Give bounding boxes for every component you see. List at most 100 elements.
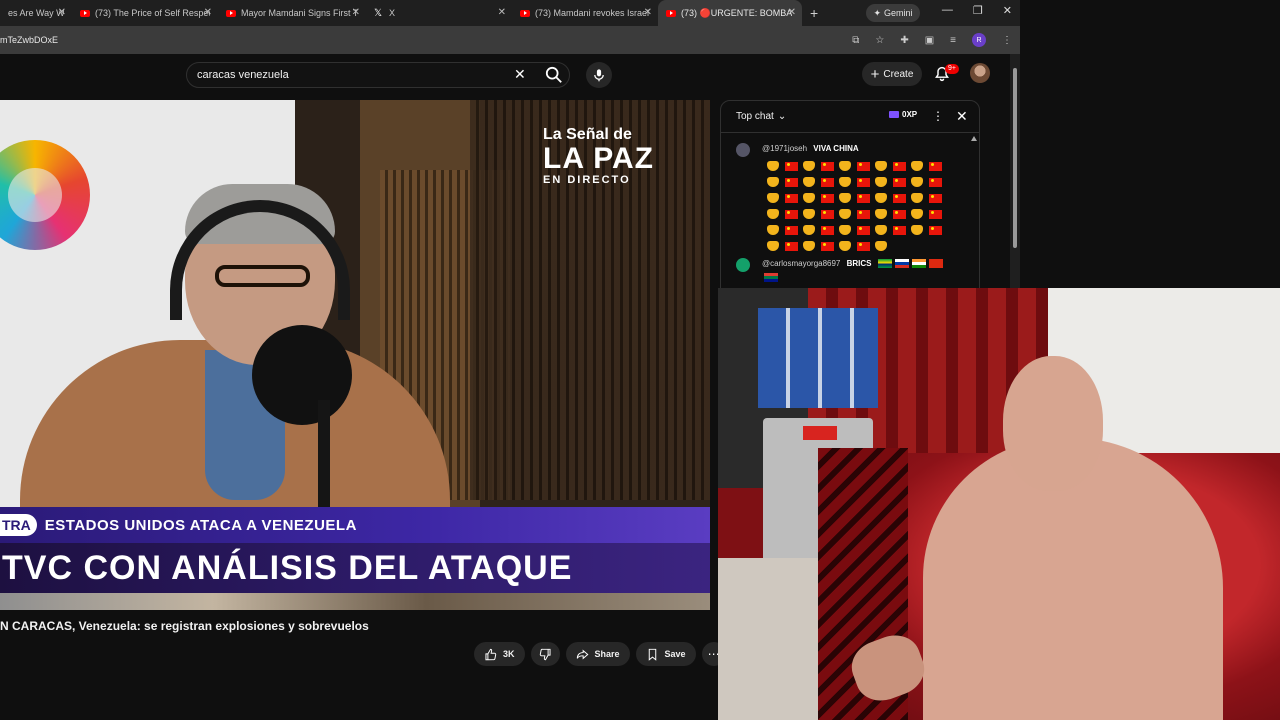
china-flag-icon (854, 158, 872, 174)
thumbs-down-icon (539, 648, 551, 660)
browser-tab-active[interactable]: (73) 🔴URGENTE: BOMBA ✕ (658, 0, 802, 26)
heart-hands-emoji-icon (908, 222, 926, 238)
india-flag-icon (911, 259, 926, 269)
top-chat-dropdown[interactable]: Top chat ⌄ (736, 111, 786, 122)
create-button[interactable]: + Create (862, 62, 922, 86)
chat-author[interactable]: @carlosmayorga8697 (762, 259, 840, 268)
browser-tab[interactable]: Mayor Mamdani Signs First T ✕ (218, 0, 366, 26)
china-flag-icon (926, 174, 944, 190)
chat-message: @carlosmayorga8697 BRICS (736, 256, 956, 272)
china-flag-icon (782, 206, 800, 222)
browser-menu-icon[interactable]: ⋮ (1002, 35, 1012, 46)
like-button[interactable]: 3K (474, 642, 525, 666)
tab-close-icon[interactable]: ✕ (644, 7, 652, 18)
china-flag-icon (818, 222, 836, 238)
profile-avatar[interactable]: R (972, 33, 986, 47)
url-field[interactable]: mTeZwbDOxE (0, 35, 58, 45)
xp-badge[interactable]: 0XP (889, 110, 917, 119)
extensions-icon[interactable]: ✚ (900, 35, 908, 46)
china-flag-icon (818, 174, 836, 190)
tab-close-icon[interactable]: ✕ (788, 7, 796, 18)
tab-close-icon[interactable]: ✕ (204, 7, 212, 18)
brand-line-3: EN DIRECTO (543, 174, 631, 186)
youtube-icon (520, 9, 530, 17)
window-controls: — ❐ ✕ (942, 4, 1012, 17)
cast-icon[interactable]: ⧉ (852, 35, 859, 46)
tab-title: (73) Mamdani revokes Israel- (535, 8, 650, 18)
x-logo-icon: 𝕏 (374, 7, 383, 19)
browser-tab[interactable]: 𝕏 X ✕ (366, 0, 512, 26)
flag-emojis (877, 259, 943, 269)
bookmark-star-icon[interactable]: ☆ (875, 35, 884, 46)
china-flag-icon (818, 206, 836, 222)
split-view-icon[interactable]: ▣ (925, 35, 934, 46)
clear-search-icon[interactable]: ✕ (514, 66, 526, 83)
china-flag-icon (890, 158, 908, 174)
save-button[interactable]: Save (635, 642, 696, 666)
search-icon[interactable] (545, 66, 563, 84)
chat-text: BRICS (846, 259, 872, 268)
heart-hands-emoji-icon (800, 238, 818, 254)
search-input[interactable]: caracas venezuela (186, 62, 570, 88)
heart-hands-emoji-icon (764, 206, 782, 222)
video-player[interactable]: La Señal de LA PAZ EN DIRECTO TRA ESTADO… (0, 100, 710, 610)
heart-hands-emoji-icon (836, 206, 854, 222)
tab-title: Mayor Mamdani Signs First T (241, 8, 358, 18)
chat-author[interactable]: @1971joseh (762, 144, 807, 153)
lower-third-kicker: ESTADOS UNIDOS ATACA A VENEZUELA (44, 516, 357, 534)
lower-third-strip (0, 593, 710, 610)
restore-icon[interactable]: ❐ (973, 4, 983, 17)
chat-menu-icon[interactable]: ⋮ (932, 109, 944, 123)
russia-flag-icon (894, 259, 909, 269)
chat-avatar (736, 143, 750, 157)
browser-tab[interactable]: (73) The Price of Self Respec ✕ (72, 0, 218, 26)
page-scrollbar[interactable] (1010, 54, 1020, 294)
youtube-header: caracas venezuela ✕ + Create 9+ (0, 54, 1010, 96)
china-flag-icon (926, 158, 944, 174)
dislike-button[interactable] (530, 642, 560, 666)
china-flag-icon (928, 259, 943, 269)
tab-close-icon[interactable]: ✕ (498, 7, 506, 18)
chevron-down-icon: ⌄ (777, 111, 787, 122)
youtube-icon (80, 9, 90, 17)
lower-third-headline-bar: TVC CON ANÁLISIS DEL ATAQUE (0, 543, 710, 593)
heart-hands-emoji-icon (836, 190, 854, 206)
browser-tab[interactable]: (73) Mamdani revokes Israel- ✕ (512, 0, 658, 26)
heart-hands-emoji-icon (836, 238, 854, 254)
tab-close-icon[interactable]: ✕ (352, 7, 360, 18)
heart-hands-emoji-icon (764, 190, 782, 206)
heart-hands-emoji-icon (836, 174, 854, 190)
china-flag-icon (782, 238, 800, 254)
china-flag-icon (926, 222, 944, 238)
xp-label: 0XP (902, 110, 918, 119)
tab-close-icon[interactable]: ✕ (58, 7, 66, 18)
heart-hands-emoji-icon (836, 222, 854, 238)
close-window-icon[interactable]: ✕ (1003, 4, 1012, 17)
china-flag-icon (818, 158, 836, 174)
voice-search-button[interactable] (586, 62, 612, 88)
china-flag-icon (926, 206, 944, 222)
screen: es Are Way W ✕ (73) The Price of Self Re… (0, 0, 1280, 720)
media-controls-icon[interactable]: ≡ (950, 35, 956, 46)
scrollbar-thumb[interactable] (1013, 68, 1017, 248)
browser-tab[interactable]: es Are Way W ✕ (0, 0, 72, 26)
heart-hands-emoji-icon (800, 222, 818, 238)
minimize-icon[interactable]: — (942, 4, 953, 17)
browser-tab-strip: es Are Way W ✕ (73) The Price of Self Re… (0, 0, 1020, 26)
heart-hands-emoji-icon (872, 174, 890, 190)
new-tab-button[interactable]: + (810, 5, 818, 21)
heart-hands-emoji-icon (908, 158, 926, 174)
share-button[interactable]: Share (565, 642, 630, 666)
gemini-button[interactable]: ✦ Gemini (866, 4, 920, 22)
chat-message: @1971joseh VIVA CHINA (736, 141, 956, 157)
crown-icon (889, 111, 899, 118)
chat-scrollbar[interactable] (971, 135, 977, 285)
chat-close-icon[interactable]: ✕ (956, 108, 968, 125)
channel-brand: La Señal de LA PAZ EN DIRECTO (543, 126, 663, 186)
youtube-icon (226, 9, 236, 17)
heart-hands-emoji-icon (872, 158, 890, 174)
tab-title: X (389, 8, 396, 18)
account-avatar[interactable] (970, 63, 990, 83)
china-flag-icon (854, 174, 872, 190)
china-flag-icon (890, 174, 908, 190)
